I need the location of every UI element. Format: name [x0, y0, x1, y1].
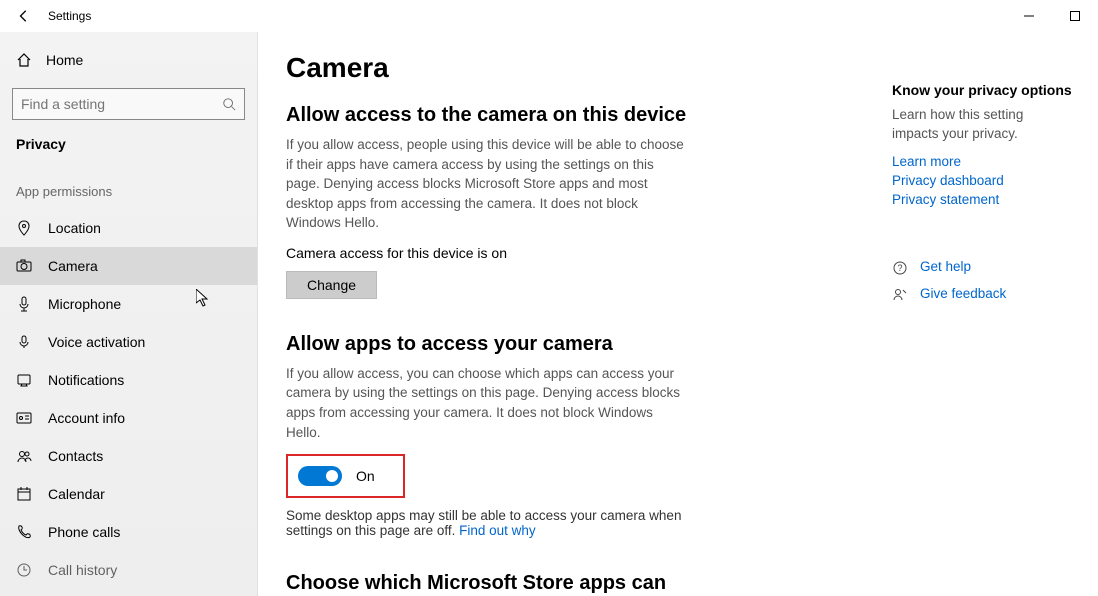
sidebar-item-call-history[interactable]: Call history — [0, 551, 257, 589]
right-heading: Know your privacy options — [892, 82, 1072, 98]
give-feedback-link[interactable]: Give feedback — [920, 286, 1006, 301]
sidebar-item-camera[interactable]: Camera — [0, 247, 257, 285]
help-icon: ? — [892, 260, 908, 276]
privacy-dashboard-link[interactable]: Privacy dashboard — [892, 173, 1072, 188]
get-help-link[interactable]: Get help — [920, 259, 971, 274]
minimize-button[interactable] — [1006, 0, 1052, 32]
category-header: Privacy — [0, 136, 257, 168]
sidebar-item-calendar[interactable]: Calendar — [0, 475, 257, 513]
camera-access-toggle[interactable] — [298, 466, 342, 486]
notifications-icon — [16, 372, 32, 388]
window-title: Settings — [48, 9, 91, 23]
sidebar-item-label: Account info — [48, 410, 125, 426]
phone-icon — [16, 524, 32, 540]
location-icon — [16, 220, 32, 236]
feedback-icon — [892, 287, 908, 303]
section3-title: Choose which Microsoft Store apps can ac… — [286, 572, 706, 596]
sidebar-item-location[interactable]: Location — [0, 209, 257, 247]
search-box[interactable] — [12, 88, 245, 120]
section2-desc: If you allow access, you can choose whic… — [286, 364, 686, 442]
maximize-button[interactable] — [1052, 0, 1098, 32]
sidebar-item-label: Phone calls — [48, 524, 120, 540]
section2-note: Some desktop apps may still be able to a… — [286, 508, 686, 538]
sidebar-item-label: Contacts — [48, 448, 103, 464]
voice-icon — [16, 334, 32, 350]
home-nav[interactable]: Home — [0, 44, 257, 76]
microphone-icon — [16, 296, 32, 312]
sidebar: Home Privacy App permissions Location Ca… — [0, 32, 258, 596]
search-icon — [222, 97, 236, 111]
minimize-icon — [1024, 11, 1034, 21]
arrow-left-icon — [17, 9, 31, 23]
page-title: Camera — [286, 52, 1070, 84]
sidebar-item-label: Calendar — [48, 486, 105, 502]
learn-more-link[interactable]: Learn more — [892, 154, 1072, 169]
feedback-row: Give feedback — [892, 286, 1072, 305]
section2-title: Allow apps to access your camera — [286, 333, 706, 356]
sidebar-item-label: Notifications — [48, 372, 124, 388]
titlebar: Settings — [0, 0, 1098, 32]
window-controls — [1006, 0, 1098, 32]
camera-icon — [16, 258, 32, 274]
sidebar-item-label: Microphone — [48, 296, 121, 312]
toggle-label: On — [356, 468, 375, 484]
account-icon — [16, 410, 32, 426]
back-button[interactable] — [8, 0, 40, 32]
camera-access-toggle-highlight: On — [286, 454, 405, 498]
help-row: ? Get help — [892, 259, 1072, 278]
change-button[interactable]: Change — [286, 271, 377, 299]
history-icon — [16, 562, 32, 578]
sidebar-item-microphone[interactable]: Microphone — [0, 285, 257, 323]
sidebar-item-label: Call history — [48, 562, 117, 578]
right-column: Know your privacy options Learn how this… — [892, 82, 1072, 305]
privacy-statement-link[interactable]: Privacy statement — [892, 192, 1072, 207]
calendar-icon — [16, 486, 32, 502]
sidebar-item-notifications[interactable]: Notifications — [0, 361, 257, 399]
search-input[interactable] — [21, 96, 222, 112]
group-label: App permissions — [0, 168, 257, 209]
section1-title: Allow access to the camera on this devic… — [286, 104, 706, 127]
sidebar-item-label: Location — [48, 220, 101, 236]
right-desc: Learn how this setting impacts your priv… — [892, 106, 1072, 144]
home-label: Home — [46, 52, 83, 68]
home-icon — [16, 52, 32, 68]
sidebar-item-phone-calls[interactable]: Phone calls — [0, 513, 257, 551]
svg-text:?: ? — [897, 263, 902, 273]
contacts-icon — [16, 448, 32, 464]
sidebar-item-contacts[interactable]: Contacts — [0, 437, 257, 475]
sidebar-item-voice-activation[interactable]: Voice activation — [0, 323, 257, 361]
sidebar-item-label: Camera — [48, 258, 98, 274]
sidebar-item-account-info[interactable]: Account info — [0, 399, 257, 437]
maximize-icon — [1070, 11, 1080, 21]
sidebar-item-label: Voice activation — [48, 334, 145, 350]
section1-desc: If you allow access, people using this d… — [286, 135, 686, 233]
find-out-why-link[interactable]: Find out why — [459, 523, 536, 538]
